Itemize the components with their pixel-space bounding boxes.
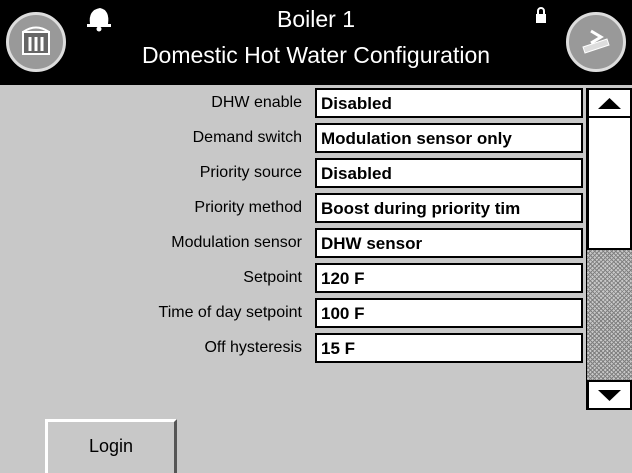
page-title: Domestic Hot Water Configuration [141,42,491,68]
setting-label: Priority method [194,199,302,216]
arrow-up-icon [598,98,621,109]
setting-value-field[interactable]: 100 F [315,298,583,328]
setting-label: Modulation sensor [171,234,302,251]
setting-label: Time of day setpoint [158,304,302,321]
setting-value-field[interactable]: 120 F [315,263,583,293]
login-button[interactable]: Login [45,419,177,473]
scroll-up-button[interactable] [587,88,632,118]
scroll-thumb[interactable] [587,118,632,250]
setting-label: DHW enable [211,94,302,111]
arrow-down-icon [598,390,621,401]
setting-value-field[interactable]: Modulation sensor only [315,123,583,153]
scrollbar[interactable] [586,88,632,410]
scroll-track[interactable] [587,250,632,380]
back-button[interactable] [566,12,626,72]
setting-value-field[interactable]: Boost during priority tim [315,193,583,223]
setting-label: Priority source [199,164,302,181]
setting-label: Off hysteresis [204,339,302,356]
setting-value-field[interactable]: Disabled [315,158,583,188]
header-bar: Boiler 1 Domestic Hot Water Configuratio… [0,0,632,85]
setting-value-field[interactable]: DHW sensor [315,228,583,258]
lock-icon [536,7,546,23]
back-icon [582,29,610,54]
scroll-down-button[interactable] [587,380,632,410]
setting-label: Setpoint [243,269,302,286]
setting-label: Demand switch [192,129,302,146]
setting-value-field[interactable]: Disabled [315,88,583,118]
setting-value-field[interactable]: 15 F [315,333,583,363]
